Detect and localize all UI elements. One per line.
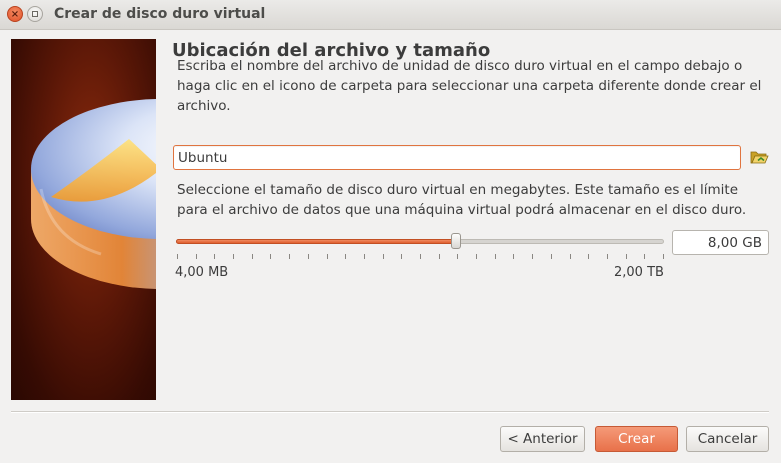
size-value-field[interactable] [672,230,769,255]
cancel-button[interactable]: Cancelar [686,426,769,452]
slider-fill [176,239,456,244]
window-maximize-button[interactable] [27,6,43,22]
size-slider[interactable] [176,232,664,252]
button-separator [11,411,769,413]
slider-tick-marks [177,254,664,259]
create-button[interactable]: Crear [595,426,678,452]
choose-folder-button[interactable] [749,147,769,167]
back-button[interactable]: < Anterior [500,426,585,452]
window-close-button[interactable]: × [7,6,23,22]
title-bar: × Crear de disco duro virtual [0,0,781,30]
wizard-banner-image [11,39,156,400]
folder-open-icon [750,151,769,164]
close-icon: × [10,9,20,20]
file-name-field[interactable] [173,145,741,170]
hard-disk-illustration [31,99,156,289]
slider-min-label: 4,00 MB [175,265,229,280]
slider-thumb[interactable] [451,233,461,249]
location-description: Escriba el nombre del archivo de unidad … [177,58,762,114]
window-title: Crear de disco duro virtual [54,6,266,22]
size-description: Seleccione el tamaño de disco duro virtu… [177,182,747,218]
maximize-icon [32,11,38,17]
slider-max-label: 2,00 TB [614,265,664,280]
slider-ticks [176,254,664,260]
